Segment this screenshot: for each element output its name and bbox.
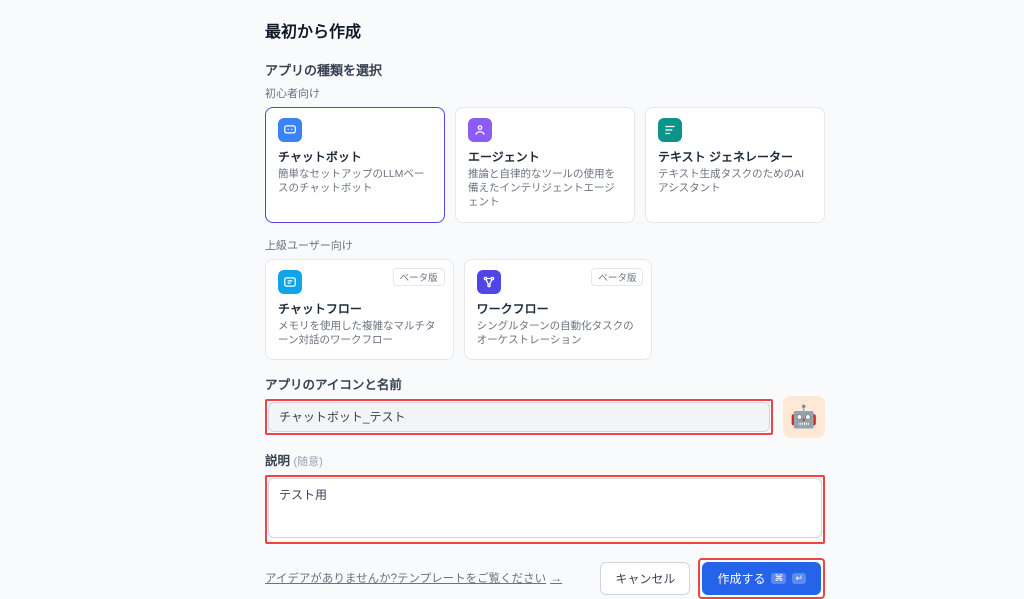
page-title: 最初から作成 <box>265 18 825 42</box>
app-name-input[interactable] <box>268 402 770 432</box>
create-button-label: 作成する <box>717 570 765 587</box>
app-name-highlight <box>265 399 773 435</box>
shortcut-cmd-icon: ⌘ <box>771 573 786 584</box>
card-desc: 推論と自律的なツールの使用を備えたインテリジェントエージェント <box>468 167 622 210</box>
card-chatbot[interactable]: チャットボット 簡単なセットアップのLLMベースのチャットボット <box>265 107 445 223</box>
card-title: エージェント <box>468 148 622 165</box>
beta-badge: ベータ版 <box>591 268 643 286</box>
description-input[interactable] <box>268 478 822 538</box>
description-highlight <box>265 475 825 544</box>
robot-icon: 🤖 <box>790 404 817 430</box>
card-chatflow[interactable]: ベータ版 チャットフロー メモリを使用した複雑なマルチターン対話のワークフロー <box>265 259 454 360</box>
advanced-group-label: 上級ユーザー向け <box>265 237 825 253</box>
card-title: チャットボット <box>278 148 432 165</box>
app-name-label: アプリのアイコンと名前 <box>265 374 773 393</box>
chatflow-icon <box>278 270 302 294</box>
create-button-highlight: 作成する ⌘ ↵ <box>698 558 825 599</box>
card-desc: メモリを使用した複雑なマルチターン対話のワークフロー <box>278 319 441 347</box>
card-desc: テキスト生成タスクのためのAIアシスタント <box>658 167 812 195</box>
card-title: テキスト ジェネレーター <box>658 148 812 165</box>
card-desc: 簡単なセットアップのLLMベースのチャットボット <box>278 167 432 195</box>
beginner-group-label: 初心者向け <box>265 85 825 101</box>
template-hint-text: アイデアがありませんか?テンプレートをご覧ください <box>265 570 546 586</box>
select-type-label: アプリの種類を選択 <box>265 60 825 79</box>
shortcut-enter-icon: ↵ <box>792 573 806 584</box>
create-button[interactable]: 作成する ⌘ ↵ <box>702 562 821 595</box>
workflow-icon <box>477 270 501 294</box>
description-label: 説明 (随意) <box>265 450 825 469</box>
template-hint-link[interactable]: アイデアがありませんか?テンプレートをご覧ください → <box>265 570 562 586</box>
app-icon-avatar[interactable]: 🤖 <box>783 396 825 438</box>
optional-hint: (随意) <box>294 456 323 468</box>
card-title: チャットフロー <box>278 300 441 317</box>
card-desc: シングルターンの自動化タスクのオーケストレーション <box>477 319 640 347</box>
card-workflow[interactable]: ベータ版 ワークフロー シングルターンの自動化タスクのオーケストレーション <box>464 259 653 360</box>
textgen-icon <box>658 118 682 142</box>
cancel-button[interactable]: キャンセル <box>600 562 690 595</box>
agent-icon <box>468 118 492 142</box>
card-agent[interactable]: エージェント 推論と自律的なツールの使用を備えたインテリジェントエージェント <box>455 107 635 223</box>
arrow-right-icon: → <box>550 571 562 585</box>
chatbot-icon <box>278 118 302 142</box>
card-textgen[interactable]: テキスト ジェネレーター テキスト生成タスクのためのAIアシスタント <box>645 107 825 223</box>
beta-badge: ベータ版 <box>393 268 445 286</box>
card-title: ワークフロー <box>477 300 640 317</box>
